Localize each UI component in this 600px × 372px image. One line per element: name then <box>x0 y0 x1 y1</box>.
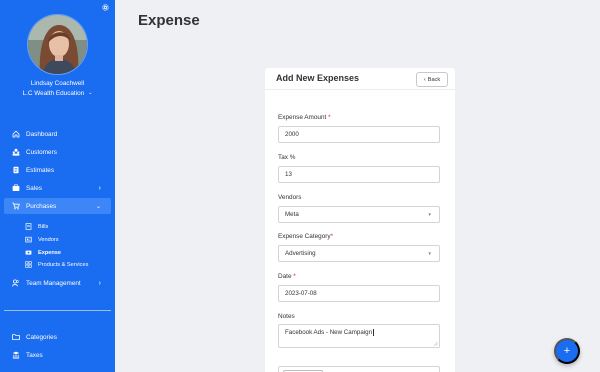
input-value: 13 <box>285 171 292 178</box>
required-marker: * <box>330 233 334 240</box>
caret-down-icon: ▼ <box>427 251 432 256</box>
organization-name: L.C Wealth Education <box>22 90 85 97</box>
expense-amount-label: Expense Amount * <box>278 114 331 121</box>
expense-category-label: Expense Category* <box>278 233 333 240</box>
add-fab-button[interactable]: + <box>554 338 580 364</box>
label-text: Expense Amount <box>278 114 327 121</box>
date-label: Date * <box>278 273 296 280</box>
sidebar-item-label: Dashboard <box>26 130 58 138</box>
team-icon <box>12 279 20 287</box>
sidebar-item-label: Team Management <box>26 279 81 287</box>
sidebar-subitem-label: Vendors <box>38 236 59 243</box>
label-text: Expense Category <box>278 233 331 240</box>
card-header: Add New Expenses ‹ Back <box>265 68 455 90</box>
sidebar-item-sales[interactable]: Sales › <box>4 180 111 196</box>
cart-icon <box>12 202 20 210</box>
back-button[interactable]: ‹ Back <box>416 72 448 87</box>
card-title: Add New Expenses <box>276 73 360 83</box>
products-icon <box>25 261 32 268</box>
sidebar-item-label: Taxes <box>26 351 43 359</box>
chevron-right-icon: › <box>98 279 101 287</box>
vendors-label: Vendors <box>278 194 301 201</box>
home-icon <box>12 130 20 138</box>
sidebar: Lindsay Coachwell L.C Wealth Education ⌄ … <box>0 0 115 372</box>
chevron-down-icon: ⌄ <box>95 203 101 210</box>
label-text: Tax % <box>278 154 296 161</box>
sidebar-subitem-label: Bills <box>38 223 49 230</box>
required-marker: * <box>328 114 331 121</box>
sidebar-subitem-vendors[interactable]: Vendors <box>25 234 59 245</box>
expense-amount-input[interactable]: 2000 <box>278 126 440 143</box>
sidebar-item-team-management[interactable]: Team Management › <box>4 275 111 291</box>
user-name: Lindsay Coachwell <box>30 80 85 87</box>
select-value: Meta <box>285 211 299 218</box>
chevron-left-icon: ‹ <box>423 76 426 83</box>
sidebar-item-categories[interactable]: Categories <box>4 329 111 345</box>
label-text: Vendors <box>278 194 302 201</box>
textarea-value: Facebook Ads - New Campaign <box>285 329 373 336</box>
sidebar-item-label: Customers <box>26 148 57 156</box>
next-field[interactable] <box>278 366 440 372</box>
tax-input[interactable]: 13 <box>278 166 440 183</box>
sidebar-item-estimates[interactable]: Estimates <box>4 162 111 178</box>
input-value: 2000 <box>285 131 299 138</box>
text-cursor <box>373 329 374 336</box>
sidebar-item-customers[interactable]: Customers <box>4 144 111 160</box>
expense-icon <box>25 249 32 256</box>
sidebar-item-purchases[interactable]: Purchases ⌄ <box>4 198 111 214</box>
sidebar-subitem-label: Products & Services <box>38 261 89 268</box>
tax-label: Tax % <box>278 154 295 161</box>
organization-switcher[interactable]: L.C Wealth Education ⌄ <box>0 90 115 97</box>
sidebar-item-label: Sales <box>26 184 42 192</box>
notes-label: Notes <box>278 313 295 320</box>
sidebar-item-dashboard[interactable]: Dashboard <box>4 126 111 142</box>
sidebar-subitem-expense[interactable]: Expense <box>25 247 61 258</box>
caret-down-icon: ▼ <box>427 212 432 217</box>
sidebar-subitem-products-services[interactable]: Products & Services <box>25 259 88 270</box>
sidebar-item-label: Purchases <box>26 202 57 210</box>
label-text: Notes <box>278 313 295 320</box>
expense-category-select[interactable]: Advertising ▼ <box>278 245 440 262</box>
sales-icon <box>12 184 20 192</box>
avatar[interactable] <box>27 14 88 75</box>
vendors-icon <box>25 236 32 243</box>
vendors-select[interactable]: Meta ▼ <box>278 206 440 223</box>
select-value: Advertising <box>285 250 316 257</box>
page-title: Expense <box>138 12 200 29</box>
back-button-label: Back <box>427 76 441 83</box>
sidebar-divider <box>4 310 111 311</box>
plus-icon: + <box>563 345 571 357</box>
folder-icon <box>12 333 20 341</box>
required-marker: * <box>293 273 296 280</box>
bills-icon <box>25 223 32 230</box>
sidebar-subitem-bills[interactable]: Bills <box>25 221 48 232</box>
chevron-down-icon: ⌄ <box>88 90 93 96</box>
input-value: 2023-07-08 <box>285 290 317 297</box>
taxes-icon <box>12 351 20 359</box>
date-input[interactable]: 2023-07-08 <box>278 285 440 302</box>
chevron-right-icon: › <box>98 184 101 192</box>
notes-textarea[interactable]: Facebook Ads - New Campaign <box>278 324 440 348</box>
sidebar-subitem-label: Expense <box>38 249 62 256</box>
settings-gear-icon[interactable] <box>101 3 110 12</box>
sidebar-item-taxes[interactable]: Taxes <box>4 347 111 363</box>
sidebar-item-label: Categories <box>26 333 57 341</box>
label-text: Date <box>278 273 292 280</box>
document-icon <box>12 166 20 174</box>
resize-grip-icon[interactable] <box>433 341 438 346</box>
sidebar-item-label: Estimates <box>26 166 55 174</box>
customers-icon <box>12 148 20 156</box>
